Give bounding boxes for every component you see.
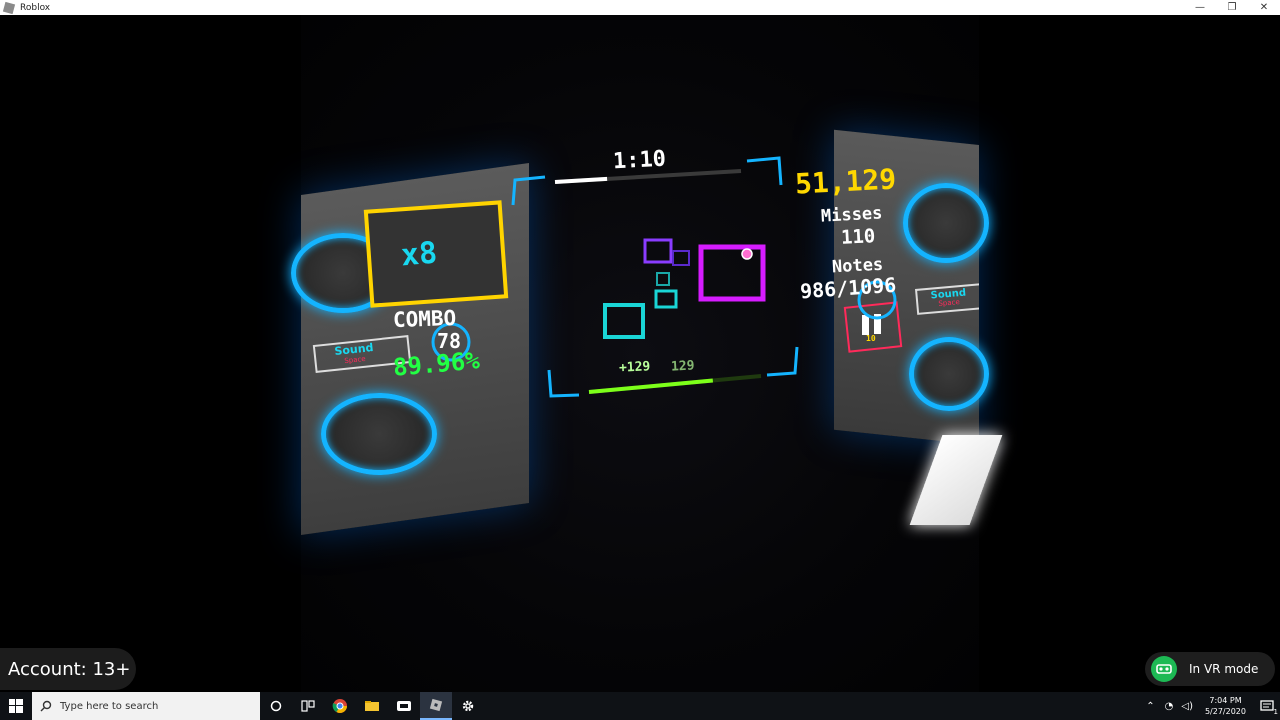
multiplier-text: x8 <box>399 235 439 274</box>
taskbar-search[interactable]: Type here to search <box>32 692 260 720</box>
note-cyan <box>603 303 645 339</box>
health-bar <box>588 378 714 394</box>
misses-label: Misses <box>820 203 883 227</box>
search-icon <box>40 700 52 712</box>
windows-taskbar: Type here to search ⌃ ◔ ◁) 7:04 PM 5/27/… <box>0 692 1280 720</box>
note-magenta <box>698 244 766 302</box>
note-purple <box>643 238 673 264</box>
vr-mode-button[interactable]: In VR mode <box>1145 652 1275 686</box>
clock-date: 5/27/2020 <box>1204 707 1246 716</box>
close-button[interactable]: ✕ <box>1248 0 1280 15</box>
score-popup-ghost: 129 <box>670 358 695 375</box>
minimize-button[interactable]: — <box>1184 0 1216 15</box>
timer-text: 1:10 <box>612 146 667 175</box>
frame-corner-bl <box>547 369 580 398</box>
screen: Roblox — ❐ ✕ 1:10 51,129 Misses 110 Note… <box>0 0 1280 720</box>
frame-corner-br <box>766 346 799 377</box>
file-explorer-icon[interactable] <box>356 692 388 720</box>
vr-mode-label: In VR mode <box>1189 662 1259 676</box>
account-badge: Account: 13+ <box>0 648 136 690</box>
cortana-icon[interactable] <box>260 692 292 720</box>
note-cyan-mid <box>654 289 678 309</box>
recorder-icon[interactable] <box>388 692 420 720</box>
vr-scene: 1:10 51,129 Misses 110 Notes 986/1096 x8… <box>291 15 1003 692</box>
taskbar-clock[interactable]: 7:04 PM 5/27/2020 <box>1205 695 1246 717</box>
misses-value: 110 <box>840 225 876 249</box>
note-cyan-small <box>656 272 670 286</box>
timer-progress-bar <box>554 176 608 184</box>
restore-button[interactable]: ❐ <box>1216 0 1248 15</box>
notification-icon[interactable]: 1 <box>1254 700 1280 716</box>
score-popup: +129 <box>618 359 651 376</box>
task-view-icon[interactable] <box>292 692 324 720</box>
chrome-icon[interactable] <box>324 692 356 720</box>
notification-count: 1 <box>1273 708 1278 716</box>
vr-headset-icon <box>1151 656 1177 682</box>
game-viewport[interactable]: 1:10 51,129 Misses 110 Notes 986/1096 x8… <box>0 15 1280 692</box>
window-controls: — ❐ ✕ <box>1184 0 1280 15</box>
pause-button[interactable] <box>847 305 899 349</box>
cursor-dot <box>741 248 753 260</box>
frame-corner-tr <box>746 156 783 186</box>
logo-right: Sound Space <box>930 287 967 309</box>
window-title: Roblox <box>20 2 51 13</box>
chevron-up-icon[interactable]: ⌃ <box>1146 701 1154 712</box>
window-titlebar: Roblox — ❐ ✕ <box>0 0 1280 15</box>
settings-icon[interactable] <box>452 692 484 720</box>
frame-corner-tl <box>511 175 546 206</box>
search-placeholder: Type here to search <box>60 700 159 712</box>
score-text: 51,129 <box>794 162 897 201</box>
volume-icon[interactable]: ◁) <box>1181 701 1193 712</box>
system-tray: ⌃ ◔ ◁) 7:04 PM 5/27/2020 1 <box>1140 692 1280 720</box>
network-icon[interactable]: ◔ <box>1165 701 1174 712</box>
clock-time: 7:04 PM <box>1209 696 1242 705</box>
logo-left: Sound Space <box>334 341 375 367</box>
play-area-frame <box>511 156 799 398</box>
note-purple-small <box>672 250 690 266</box>
roblox-app-icon <box>2 1 16 14</box>
start-icon[interactable] <box>0 692 32 720</box>
roblox-icon[interactable] <box>420 692 452 720</box>
